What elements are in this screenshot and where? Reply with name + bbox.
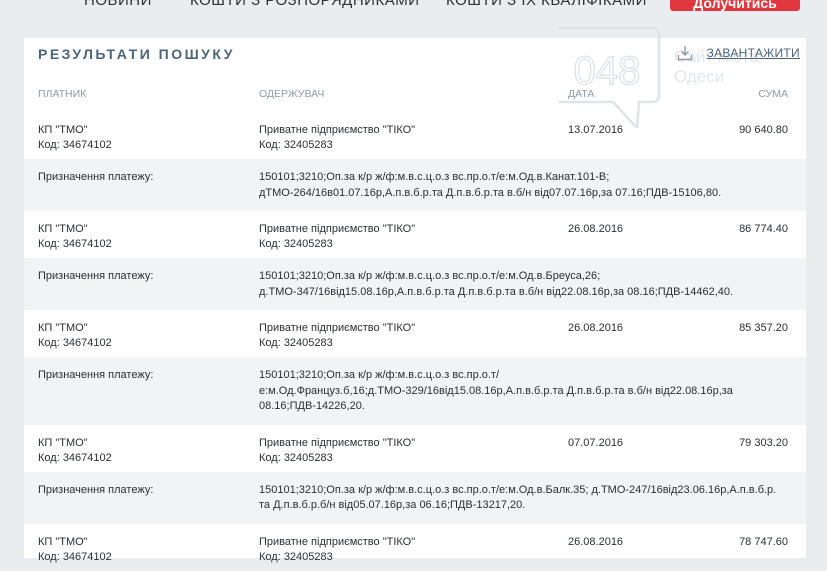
watermark-line-2: Одеси xyxy=(674,67,724,86)
table-row[interactable]: КП "ТМО" Код: 34674102 Приватне підприєм… xyxy=(24,425,806,472)
sum-cell: 85 357.20 xyxy=(739,322,788,334)
table-row[interactable]: КП "ТМО" Код: 34674102 Приватне підприєм… xyxy=(24,524,806,571)
sum-cell: 90 640.80 xyxy=(739,124,788,136)
date-cell: 26.08.2016 xyxy=(568,223,624,235)
payment-purpose-row: Призначення платежу: 150101;3210;Оп.за к… xyxy=(24,258,806,310)
payment-purpose-row: Призначення платежу: 150101;3210;Оп.за к… xyxy=(24,357,806,425)
payer-code: Код: 34674102 xyxy=(38,337,112,349)
payment-purpose-row: Призначення платежу: 150101;3210;Оп.за к… xyxy=(24,471,806,524)
sum-cell: 79 303.20 xyxy=(739,436,788,449)
recipient-code: Код: 32405283 xyxy=(259,238,333,250)
recipient-name: Приватне підприємство "ТІКО" xyxy=(259,322,416,334)
purpose-text: 150101;3210;Оп.за к/р ж/ф:м.в.с.ц.о.з вс… xyxy=(259,483,777,512)
purpose-label: Призначення платежу: xyxy=(38,270,154,282)
payer-code: Код: 34674102 xyxy=(38,238,112,250)
sum-cell: 78 747.60 xyxy=(739,535,788,548)
payer-name: КП "ТМО" xyxy=(38,436,88,449)
purpose-text: 150101;3210;Оп.за к/р ж/ф:м.в.с.ц.о.з вс… xyxy=(259,270,734,298)
recipient-code: Код: 32405283 xyxy=(259,139,333,151)
payer-name: КП "ТМО" xyxy=(38,322,88,334)
nav-link-news[interactable]: Новини xyxy=(84,0,152,9)
payer-name: КП "ТМО" xyxy=(38,124,88,136)
nav-link-managers[interactable]: Кошти з розпорядниками xyxy=(190,0,419,9)
header-sum: СУМА xyxy=(758,88,788,100)
date-cell: 26.08.2016 xyxy=(568,322,624,334)
join-button[interactable]: Долучитись xyxy=(670,0,800,11)
recipient-cell: Приватне підприємство "ТІКО" Код: 324052… xyxy=(259,321,415,351)
recipient-name: Приватне підприємство "ТІКО" xyxy=(259,535,416,548)
payer-name: КП "ТМО" xyxy=(38,535,88,548)
recipient-code: Код: 32405283 xyxy=(259,337,333,349)
purpose-label: Призначення платежу: xyxy=(38,369,154,381)
purpose-label: Призначення платежу: xyxy=(38,483,154,496)
results-title: РЕЗУЛЬТАТИ ПОШУКУ xyxy=(38,46,235,62)
purpose-text: 150101;3210;Оп.за к/р ж/ф:м.в.с.ц.о.з вс… xyxy=(259,171,722,199)
header-date: ДАТА xyxy=(568,88,595,100)
table-header: ПЛАТНИК ОДЕРЖУВАЧ ДАТА СУМА xyxy=(24,88,806,108)
payer-cell: КП "ТМО" Код: 34674102 xyxy=(38,535,112,565)
recipient-cell: Приватне підприємство "ТІКО" Код: 324052… xyxy=(259,535,415,565)
purpose-label: Призначення платежу: xyxy=(38,171,154,183)
payer-cell: КП "ТМО" Код: 34674102 xyxy=(38,123,112,153)
recipient-cell: Приватне підприємство "ТІКО" Код: 324052… xyxy=(259,123,415,153)
recipient-cell: Приватне підприємство "ТІКО" Код: 324052… xyxy=(259,222,415,252)
watermark-number: 048 xyxy=(574,49,641,93)
payer-code: Код: 34674102 xyxy=(38,550,112,563)
sum-cell: 86 774.40 xyxy=(739,223,788,235)
payer-code: Код: 34674102 xyxy=(38,451,112,464)
payer-cell: КП "ТМО" Код: 34674102 xyxy=(38,321,112,351)
table-row[interactable]: КП "ТМО" Код: 34674102 Приватне підприєм… xyxy=(24,112,806,159)
date-cell: 26.08.2016 xyxy=(568,535,624,548)
date-cell: 13.07.2016 xyxy=(568,124,624,136)
payer-name: КП "ТМО" xyxy=(38,223,88,235)
date-cell: 07.07.2016 xyxy=(568,436,624,449)
recipient-code: Код: 32405283 xyxy=(259,451,333,464)
download-icon xyxy=(677,46,692,61)
payer-cell: КП "ТМО" Код: 34674102 xyxy=(38,436,112,466)
recipient-cell: Приватне підприємство "ТІКО" Код: 324052… xyxy=(259,436,415,466)
table-row[interactable]: КП "ТМО" Код: 34674102 Приватне підприєм… xyxy=(24,211,806,258)
top-navigation: Новини Кошти з розпорядниками Кошти з їх… xyxy=(0,0,827,22)
nav-link-qualifications[interactable]: Кошти з їх кваліфіками xyxy=(446,0,647,9)
payment-purpose-row: Призначення платежу: 150101;3210;Оп.за к… xyxy=(24,159,806,211)
payer-code: Код: 34674102 xyxy=(38,139,112,151)
header-payer: ПЛАТНИК xyxy=(38,88,87,100)
recipient-name: Приватне підприємство "ТІКО" xyxy=(259,223,416,235)
payer-cell: КП "ТМО" Код: 34674102 xyxy=(38,222,112,252)
download-link[interactable]: ЗАВАНТАЖИТИ xyxy=(677,45,800,61)
recipient-name: Приватне підприємство "ТІКО" xyxy=(259,436,416,449)
recipient-name: Приватне підприємство "ТІКО" xyxy=(259,124,416,136)
table-row[interactable]: КП "ТМО" Код: 34674102 Приватне підприєм… xyxy=(24,310,806,357)
results-list: КП "ТМО" Код: 34674102 Приватне підприєм… xyxy=(24,112,806,571)
purpose-text: 150101;3210;Оп.за к/р ж/ф:м.в.с.ц.о.з вс… xyxy=(259,369,733,412)
results-card: РЕЗУЛЬТАТИ ПОШУКУ 048 Сайт міста Одеси З… xyxy=(24,26,806,563)
recipient-code: Код: 32405283 xyxy=(259,550,333,563)
download-label: ЗАВАНТАЖИТИ xyxy=(706,46,800,60)
header-recipient: ОДЕРЖУВАЧ xyxy=(259,88,325,100)
